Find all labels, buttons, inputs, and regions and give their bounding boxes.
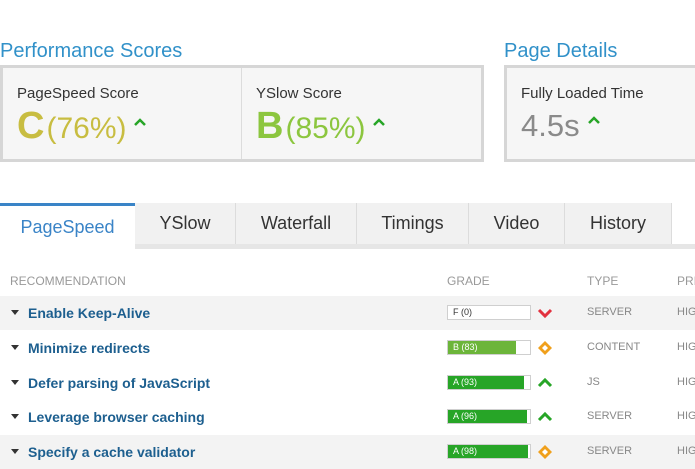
grade-bar: A (93) [447, 375, 531, 390]
yslow-score-cell: YSlow Score B (85%) [242, 68, 482, 159]
recommendation-name[interactable]: Defer parsing of JavaScript [28, 375, 210, 391]
expand-arrow-icon[interactable] [11, 380, 19, 385]
tab-waterfall[interactable]: Waterfall [236, 203, 357, 244]
expand-arrow-icon[interactable] [11, 449, 19, 454]
table-row[interactable]: Leverage browser caching A (96) SERVER H… [0, 400, 695, 434]
pagespeed-score-cell: PageSpeed Score C (76%) [3, 68, 241, 159]
type-value: SERVER [587, 445, 633, 457]
up-chevron-icon [537, 410, 553, 424]
trend-up-icon [134, 113, 147, 131]
fully-loaded-cell: Fully Loaded Time 4.5s [507, 68, 695, 159]
grade-value: A (98) [453, 446, 478, 456]
tab-timings[interactable]: Timings [357, 203, 469, 244]
recommendation-name[interactable]: Leverage browser caching [28, 409, 205, 425]
diamond-icon [537, 341, 553, 355]
grade-bar: B (83) [447, 340, 531, 355]
diamond-icon [537, 445, 553, 459]
trend-up-icon [587, 111, 600, 129]
recommendation-name[interactable]: Specify a cache validator [28, 444, 195, 460]
header-priority[interactable]: PRI [677, 274, 695, 288]
down-chevron-icon [537, 306, 553, 320]
pagespeed-grade: C [17, 105, 45, 147]
page-details-box: Fully Loaded Time 4.5s [504, 65, 695, 162]
priority-value: HIG [677, 306, 695, 318]
fully-loaded-value: 4.5s [521, 108, 580, 143]
pagespeed-percent: (76%) [46, 112, 127, 145]
performance-scores-box: PageSpeed Score C (76%) YSlow Score B (8… [0, 65, 484, 162]
table-row[interactable]: Minimize redirects B (83) CONTENT HIG [0, 331, 695, 365]
priority-value: HIG [677, 410, 695, 422]
grade-bar: A (96) [447, 409, 531, 424]
fully-loaded-label: Fully Loaded Time [521, 85, 644, 102]
grade-value: B (83) [453, 342, 478, 352]
priority-value: HIG [677, 341, 695, 353]
yslow-grade: B [256, 105, 284, 147]
type-value: JS [587, 376, 600, 388]
pagespeed-score-label: PageSpeed Score [17, 85, 139, 102]
header-recommendation[interactable]: RECOMMENDATION [10, 274, 126, 288]
expand-arrow-icon[interactable] [11, 310, 19, 315]
recommendation-name[interactable]: Enable Keep-Alive [28, 305, 150, 321]
up-chevron-icon [537, 376, 553, 390]
priority-value: HIG [677, 445, 695, 457]
tab-yslow[interactable]: YSlow [135, 203, 236, 244]
table-row[interactable]: Defer parsing of JavaScript A (93) JS HI… [0, 366, 695, 400]
type-value: CONTENT [587, 341, 641, 353]
performance-scores-title: Performance Scores [0, 40, 183, 62]
table-row[interactable]: Specify a cache validator A (98) SERVER … [0, 435, 695, 469]
type-value: SERVER [587, 306, 633, 318]
type-value: SERVER [587, 410, 633, 422]
header-grade[interactable]: GRADE [447, 274, 490, 288]
tab-history[interactable]: History [565, 203, 672, 244]
header-type[interactable]: TYPE [587, 274, 618, 288]
trend-up-icon [373, 113, 386, 131]
grade-value: F (0) [453, 307, 472, 317]
grade-value: A (96) [453, 411, 478, 421]
tab-pagespeed[interactable]: PageSpeed [0, 203, 135, 249]
yslow-score-label: YSlow Score [256, 85, 342, 102]
expand-arrow-icon[interactable] [11, 345, 19, 350]
recommendation-name[interactable]: Minimize redirects [28, 340, 150, 356]
grade-value: A (93) [453, 377, 478, 387]
table-row[interactable]: Enable Keep-Alive F (0) SERVER HIG [0, 296, 695, 330]
priority-value: HIG [677, 376, 695, 388]
grade-bar: A (98) [447, 444, 531, 459]
report-tabs: PageSpeed YSlow Waterfall Timings Video … [0, 203, 695, 249]
yslow-percent: (85%) [285, 112, 366, 145]
page-details-title: Page Details [504, 40, 618, 62]
tab-video[interactable]: Video [469, 203, 565, 244]
grade-bar: F (0) [447, 305, 531, 320]
expand-arrow-icon[interactable] [11, 414, 19, 419]
